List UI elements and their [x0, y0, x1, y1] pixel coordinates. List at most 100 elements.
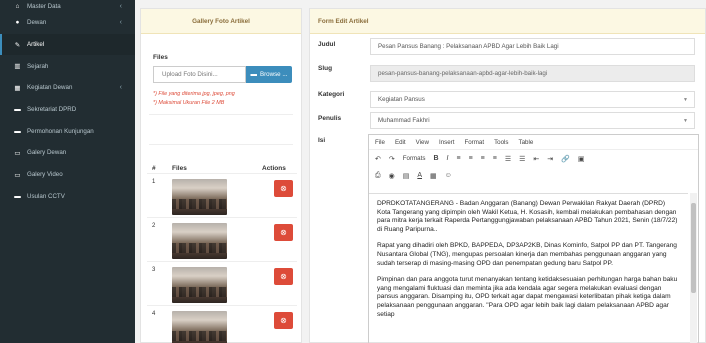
sidebar-item-label: Dewan — [27, 19, 47, 27]
chevron-left-icon: ‹ — [119, 3, 122, 10]
upload-file-input[interactable]: Upload Foto Disini... — [153, 66, 246, 83]
table-row: 4 ⊗ — [147, 305, 297, 343]
penulis-selected-value: Muhammad Fakhri — [378, 117, 430, 124]
sidebar-item-kegiatan-dewan[interactable]: ▦ Kegiatan Dewan ‹ — [0, 77, 135, 99]
sidebar-item-label: Master Data — [27, 3, 61, 10]
sidebar-item-permohonan-kunjungan[interactable]: ▬ Permohonan Kunjungan — [0, 120, 135, 142]
align-justify-icon[interactable]: ≡ — [493, 155, 497, 162]
file-size-note: *) Maksimal Ukuran File 2 MB — [153, 100, 225, 106]
align-left-icon[interactable]: ≡ — [456, 155, 460, 162]
sidebar-item-master-data[interactable]: ⌂ Master Data ‹ — [0, 0, 135, 12]
dropdown-caret-icon: ▼ — [683, 96, 688, 103]
text-color-icon[interactable]: A — [417, 172, 422, 179]
dashboard-icon: ⌂ — [15, 3, 20, 10]
sidebar-item-label: Galery Dewan — [27, 149, 67, 157]
judul-input[interactable]: Pesan Pansus Banang : Pelaksanaan APBD A… — [370, 38, 695, 55]
image-icon[interactable]: ▣ — [578, 155, 585, 163]
preview-icon[interactable]: ◉ — [389, 172, 395, 180]
chevron-left-icon: ‹ — [119, 84, 122, 92]
slug-input[interactable]: pesan-pansus-banang-pelaksanaan-apbd-aga… — [370, 65, 695, 82]
delete-photo-button[interactable]: ⊗ — [274, 180, 293, 197]
laptop-icon: ▭ — [14, 171, 21, 179]
media-icon[interactable]: ▤ — [403, 172, 410, 180]
sidebar-item-label: Permohonan Kunjungan — [27, 127, 94, 135]
paragraph: DPRDKOTATANGERANG - Badan Anggaran (Bana… — [377, 200, 678, 233]
penulis-select[interactable]: Muhammad Fakhri ▼ — [370, 112, 695, 129]
edit-article-panel-title: Form Edit Artikel — [310, 9, 705, 34]
chevron-left-icon: ‹ — [119, 19, 122, 27]
sidebar-item-label: Artikel — [27, 41, 45, 49]
slug-label: Slug — [318, 65, 333, 72]
menu-edit[interactable]: Edit — [395, 139, 406, 146]
emoticons-icon[interactable]: ☺ — [445, 172, 452, 179]
menu-tools[interactable]: Tools — [494, 139, 508, 146]
sidebar-item-galery-dewan[interactable]: ▭ Galery Dewan — [0, 142, 135, 164]
edit-article-panel: Form Edit Artikel Judul Pesan Pansus Ban… — [309, 8, 706, 343]
editor-toolbar-row-2: ⎙ ◉ ▤ A ▦ ☺ — [369, 167, 698, 184]
row-number: 2 — [152, 223, 156, 229]
menu-table[interactable]: Table — [519, 139, 534, 146]
sidebar-item-artikel[interactable]: ✎ Artikel — [0, 33, 135, 56]
sidebar-item-dewan[interactable]: ● Dewan ‹ — [0, 12, 135, 34]
editor-content[interactable]: DPRDKOTATANGERANG - Badan Anggaran (Bana… — [369, 193, 688, 343]
editor-scrollbar[interactable] — [690, 193, 697, 343]
divider — [149, 144, 293, 145]
outdent-icon[interactable]: ⇤ — [533, 155, 539, 163]
kategori-select[interactable]: Kegiatan Pansus ▼ — [370, 91, 695, 108]
sidebar-item-usulan-cctv[interactable]: ▬ Usulan CCTV — [0, 186, 135, 208]
sidebar-item-label: Usulan CCTV — [27, 192, 65, 200]
scrollbar-thumb[interactable] — [691, 203, 696, 293]
column-header-actions: Actions — [262, 165, 286, 172]
article-icon: ✎ — [14, 41, 21, 49]
laptop-icon: ▭ — [14, 149, 21, 157]
column-header-files: Files — [172, 165, 187, 172]
folder-icon: ▬ — [14, 106, 21, 114]
delete-photo-button[interactable]: ⊗ — [274, 224, 293, 241]
paragraph: Pimpinan dan para anggota turut menanyak… — [377, 276, 678, 318]
background-color-icon[interactable]: ▦ — [430, 172, 437, 180]
italic-icon[interactable]: I — [447, 155, 449, 162]
align-right-icon[interactable]: ≡ — [481, 155, 485, 162]
redo-icon[interactable]: ↷ — [389, 155, 395, 163]
browse-button-label: Browse ... — [259, 71, 288, 78]
indent-icon[interactable]: ⇥ — [547, 155, 553, 163]
photo-thumbnail — [172, 267, 227, 303]
gallery-panel: Gallery Foto Artikel Files Upload Foto D… — [140, 8, 302, 343]
bank-icon: ▥ — [14, 63, 21, 71]
browse-button[interactable]: ▬ Browse ... — [246, 66, 292, 83]
photo-thumbnail — [172, 223, 227, 259]
menu-insert[interactable]: Insert — [439, 139, 454, 146]
table-icon: ▦ — [14, 84, 21, 92]
link-icon[interactable]: 🔗 — [561, 155, 570, 163]
delete-icon: ⊗ — [280, 184, 287, 193]
editor-menubar: File Edit View Insert Format Tools Table — [369, 135, 698, 150]
print-icon[interactable]: ⎙ — [375, 172, 381, 180]
row-number: 4 — [152, 311, 156, 317]
bold-icon[interactable]: B — [433, 155, 438, 162]
kategori-selected-value: Kegiatan Pansus — [378, 96, 425, 103]
kategori-label: Kategori — [318, 91, 345, 98]
column-header-num: # — [152, 165, 156, 172]
divider — [149, 114, 293, 115]
dropdown-caret-icon: ▼ — [683, 117, 688, 124]
sidebar-item-sejarah[interactable]: ▥ Sejarah — [0, 55, 135, 77]
bullet-list-icon[interactable]: ☰ — [505, 155, 511, 163]
files-label: Files — [153, 54, 168, 61]
gallery-panel-title: Gallery Foto Artikel — [141, 9, 301, 34]
menu-file[interactable]: File — [375, 139, 385, 146]
delete-photo-button[interactable]: ⊗ — [274, 312, 293, 329]
align-center-icon[interactable]: ≡ — [469, 155, 473, 162]
numbered-list-icon[interactable]: ☰ — [519, 155, 525, 163]
penulis-label: Penulis — [318, 115, 342, 122]
table-row: 2 ⊗ — [147, 217, 297, 261]
formats-dropdown[interactable]: Formats — [403, 155, 426, 162]
sidebar-item-galery-video[interactable]: ▭ Galery Video — [0, 164, 135, 186]
delete-photo-button[interactable]: ⊗ — [274, 268, 293, 285]
menu-view[interactable]: View — [416, 139, 429, 146]
editor-toolbar: ↶ ↷ Formats B I ≡ ≡ ≡ ≡ ☰ ☰ ⇤ ⇥ 🔗 ▣ — [369, 150, 698, 167]
folder-icon: ▬ — [14, 192, 21, 200]
undo-icon[interactable]: ↶ — [375, 155, 381, 163]
menu-format[interactable]: Format — [464, 139, 484, 146]
table-row: 3 ⊗ — [147, 261, 297, 305]
sidebar-item-sekretariat-dprd[interactable]: ▬ Sekretariat DPRD — [0, 99, 135, 121]
